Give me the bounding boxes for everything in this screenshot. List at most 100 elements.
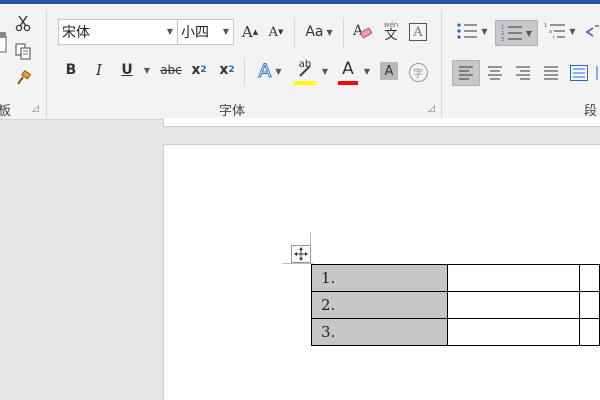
- multilevel-list-button[interactable]: 1ai ▼: [540, 18, 580, 44]
- align-left-button[interactable]: [452, 60, 480, 86]
- font-dialog-launcher-icon[interactable]: ◿: [428, 104, 435, 114]
- table-cell[interactable]: 2.: [311, 291, 448, 319]
- chevron-down-icon[interactable]: ▼: [327, 28, 333, 37]
- table-cell[interactable]: [579, 291, 600, 319]
- highlight-color-bar: [294, 81, 316, 85]
- character-shading-button[interactable]: A: [378, 60, 400, 82]
- decrease-indent-icon[interactable]: [584, 20, 600, 44]
- text-effects-icon: A: [258, 60, 272, 83]
- font-size-value: 小四: [181, 25, 209, 41]
- table-row: 3.: [311, 318, 600, 346]
- chevron-down-icon[interactable]: ▼: [223, 27, 229, 36]
- group-separator: [294, 18, 295, 48]
- paragraph-group-label: 段: [584, 104, 598, 119]
- svg-text:3: 3: [501, 37, 504, 42]
- change-case-button[interactable]: Aa ▼: [300, 20, 338, 44]
- justify-icon: [544, 66, 558, 80]
- caret-down-icon: ▼: [278, 28, 284, 36]
- underline-dropdown[interactable]: ▼: [140, 58, 154, 82]
- phonetic-guide-char: 文: [384, 28, 398, 43]
- strikethrough-button[interactable]: abc: [158, 58, 184, 82]
- table-cell[interactable]: [579, 318, 600, 346]
- text-highlight-button[interactable]: ab: [292, 58, 318, 86]
- underline-button[interactable]: U: [116, 58, 138, 82]
- margin-guide: [283, 263, 313, 264]
- chevron-down-icon: ▼: [363, 66, 371, 76]
- font-name-combobox[interactable]: 宋体 ▼: [58, 19, 178, 45]
- clear-formatting-icon: A: [352, 23, 372, 39]
- document-table[interactable]: 1. 2. 3.: [311, 264, 600, 346]
- shrink-font-icon: A: [268, 24, 278, 40]
- font-group-label: 字体: [219, 104, 246, 119]
- subscript-index: 2: [200, 65, 207, 75]
- font-color-button[interactable]: A: [336, 58, 360, 86]
- table-cell[interactable]: 3.: [311, 318, 448, 346]
- table-row: 2.: [311, 291, 600, 319]
- table-cell[interactable]: [446, 264, 581, 292]
- bullets-icon: [457, 23, 478, 39]
- svg-text:a: a: [549, 29, 552, 35]
- align-right-button[interactable]: [510, 60, 536, 86]
- numbering-button[interactable]: 123 ▼: [495, 20, 538, 46]
- ribbon: 板 ◿ 宋体 ▼ 小四 ▼ A ▲ A ▼ Aa ▼ A wén 文 A B I U …: [0, 4, 600, 120]
- grow-font-icon: A: [241, 23, 253, 41]
- svg-text:i: i: [553, 35, 554, 40]
- table-cell[interactable]: 1.: [311, 264, 448, 292]
- font-name-value: 宋体: [62, 25, 90, 41]
- superscript-base: x: [219, 62, 229, 78]
- justify-button[interactable]: [538, 60, 564, 86]
- previous-page-bottom: [163, 118, 600, 127]
- superscript-index: 2: [228, 65, 235, 75]
- font-color-dropdown[interactable]: ▼: [360, 58, 374, 84]
- font-color-bar: [338, 81, 358, 85]
- clipboard-dialog-launcher-icon[interactable]: ◿: [32, 104, 39, 114]
- distributed-icon: [570, 65, 588, 81]
- svg-text:1: 1: [544, 23, 547, 29]
- copy-icon[interactable]: [12, 40, 34, 62]
- align-right-icon: [516, 66, 530, 80]
- align-left-icon: [459, 66, 473, 80]
- caret-up-icon: ▲: [252, 28, 259, 36]
- chevron-down-icon: ▼: [275, 66, 282, 76]
- paste-icon[interactable]: [0, 30, 10, 56]
- subscript-button[interactable]: x2: [188, 58, 210, 82]
- highlight-dropdown[interactable]: ▼: [318, 58, 332, 84]
- chevron-down-icon: ▼: [143, 65, 151, 75]
- bold-button[interactable]: B: [60, 58, 82, 82]
- shrink-font-button[interactable]: A ▼: [265, 20, 287, 44]
- table-cell[interactable]: [579, 264, 600, 292]
- enclose-characters-button[interactable]: 字: [406, 60, 430, 84]
- format-painter-icon[interactable]: [12, 68, 34, 90]
- distributed-button[interactable]: [566, 60, 592, 86]
- marker-icon: [299, 65, 311, 77]
- chevron-down-icon: ▼: [569, 26, 576, 36]
- chevron-down-icon[interactable]: ▼: [167, 27, 173, 36]
- character-border-button[interactable]: A: [406, 20, 430, 44]
- group-separator: [46, 10, 47, 118]
- group-separator: [244, 58, 245, 86]
- chevron-down-icon: ▼: [525, 28, 533, 38]
- chevron-down-icon: ▼: [481, 26, 488, 36]
- change-case-icon: Aa: [305, 24, 324, 40]
- grow-font-button[interactable]: A ▲: [239, 20, 261, 44]
- line-spacing-icon[interactable]: [594, 60, 600, 86]
- table-row: 1.: [311, 264, 600, 292]
- font-size-combobox[interactable]: 小四 ▼: [177, 19, 234, 45]
- cut-icon[interactable]: [12, 12, 34, 34]
- text-effects-button[interactable]: A ▼: [250, 58, 290, 84]
- clipboard-group-label: 板: [0, 104, 12, 119]
- subscript-base: x: [191, 62, 201, 78]
- table-move-handle-icon[interactable]: [291, 245, 311, 263]
- font-color-icon: A: [342, 59, 354, 79]
- table-cell[interactable]: [446, 291, 581, 319]
- character-border-icon: A: [409, 23, 427, 41]
- enclose-characters-icon: 字: [408, 62, 428, 82]
- italic-button[interactable]: I: [88, 58, 110, 82]
- superscript-button[interactable]: x2: [216, 58, 238, 82]
- bullets-button[interactable]: ▼: [452, 18, 492, 44]
- multilevel-list-icon: 1ai: [544, 23, 566, 40]
- phonetic-guide-button[interactable]: wén 文: [378, 18, 404, 46]
- table-cell[interactable]: [446, 318, 581, 346]
- clear-formatting-button[interactable]: A: [350, 20, 376, 44]
- align-center-button[interactable]: [482, 60, 508, 86]
